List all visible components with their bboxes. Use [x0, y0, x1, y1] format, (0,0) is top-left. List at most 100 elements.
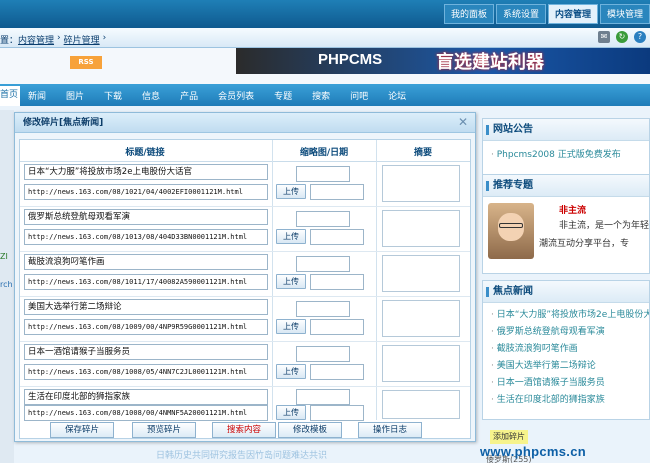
- date-input[interactable]: [310, 364, 364, 380]
- top-navigation: 我的面板 系统设置 内容管理 模块管理: [442, 4, 650, 24]
- url-input[interactable]: http://news.163.com/08/1008/05/4NN7C2JL0…: [24, 364, 268, 380]
- focus-news-box: 焦点新闻 日本“大力服”将投放市场2e上电股份大话官 俄罗斯总统登航母观看军演 …: [482, 280, 650, 420]
- focus-news-title: 焦点新闻: [483, 281, 649, 303]
- table-row: 截肢流浪狗叼笔作画 http://news.163.com/08/1011/17…: [20, 252, 470, 297]
- refresh-icon[interactable]: ↻: [616, 31, 628, 43]
- upload-button[interactable]: 上传: [276, 229, 306, 244]
- table-row: 生活在印度北部的狮指家族 http://news.163.com/08/1008…: [20, 387, 470, 421]
- help-icon[interactable]: ?: [634, 31, 646, 43]
- url-input[interactable]: http://news.163.com/08/1011/17/40082A590…: [24, 274, 268, 290]
- abstract-textarea[interactable]: [382, 255, 460, 292]
- url-input[interactable]: http://news.163.com/08/1009/00/4NP9R59G0…: [24, 319, 268, 335]
- thumbnail-input[interactable]: [296, 166, 350, 182]
- abstract-textarea[interactable]: [382, 345, 460, 382]
- column-title-link: 标题/链接: [125, 148, 165, 158]
- advert-banner[interactable]: PHPCMS 盲选建站利器: [236, 48, 650, 74]
- background-news-link[interactable]: 日韩历史共同研究报告因竹岛问题难达共识: [156, 448, 327, 461]
- table-header: 标题/链接 缩略图/日期 摘要: [20, 140, 470, 162]
- breadcrumb-prefix: 置：: [0, 36, 19, 46]
- operation-log-button[interactable]: 操作日志: [358, 422, 422, 438]
- title-input[interactable]: 美国大选举行第二场辩论: [24, 299, 268, 315]
- special-topic-desc: 非主流，是一个为年轻: [559, 221, 649, 231]
- focus-news-item[interactable]: 截肢流浪狗叼笔作画: [483, 341, 649, 358]
- site-navigation: 首页 新闻 图片 下载 信息 产品 会员列表 专题 搜索 问吧 论坛: [0, 84, 650, 106]
- special-topic-desc-2: 潮流互动分享平台，专: [539, 239, 630, 249]
- abstract-textarea[interactable]: [382, 300, 460, 337]
- url-input[interactable]: http://news.163.com/08/1021/04/4002EFI00…: [24, 184, 268, 200]
- focus-news-item[interactable]: 生活在印度北部的狮指家族: [483, 392, 649, 409]
- url-input[interactable]: http://news.163.com/08/1013/08/404D33BN0…: [24, 229, 268, 245]
- column-abstract: 摘要: [413, 148, 432, 158]
- upload-button[interactable]: 上传: [276, 184, 306, 199]
- special-topic-avatar[interactable]: [488, 203, 534, 259]
- thumbnail-input[interactable]: [296, 346, 350, 362]
- sitenav-item[interactable]: 专题: [274, 89, 292, 102]
- sitenav-home[interactable]: 首页: [0, 86, 20, 106]
- focus-news-item[interactable]: 日本“大力服”将投放市场2e上电股份大话官: [483, 307, 649, 324]
- sitenav-item[interactable]: 论坛: [388, 89, 406, 102]
- title-input[interactable]: 截肢流浪狗叼笔作画: [24, 254, 268, 270]
- thumbnail-input[interactable]: [296, 256, 350, 272]
- edit-template-button[interactable]: 修改模板: [278, 422, 342, 438]
- announcement-item[interactable]: Phpcms2008 正式版免费发布: [483, 147, 649, 164]
- title-input[interactable]: 俄罗斯总统登航母观看军演: [24, 209, 268, 225]
- title-input[interactable]: 日本一酒馆请猴子当服务员: [24, 344, 268, 360]
- left-fragment-text: ZI: [0, 252, 8, 261]
- title-input[interactable]: 日本“大力服”将投放市场2e上电股份大话官: [24, 164, 268, 180]
- sitenav-item[interactable]: 产品: [180, 89, 198, 102]
- edit-fragment-dialog: 修改碎片[焦点新闻] ✕ 标题/链接 缩略图/日期 摘要 日本“大力服”将投放市…: [14, 112, 476, 442]
- abstract-textarea[interactable]: [382, 210, 460, 247]
- table-row: 美国大选举行第二场辩论 http://news.163.com/08/1009/…: [20, 297, 470, 342]
- focus-news-item[interactable]: 俄罗斯总统登航母观看军演: [483, 324, 649, 341]
- save-fragment-button[interactable]: 保存碎片: [50, 422, 114, 438]
- table-row: 日本“大力服”将投放市场2e上电股份大话官 http://news.163.co…: [20, 162, 470, 207]
- special-topic-name[interactable]: 非主流: [559, 203, 586, 216]
- date-input[interactable]: [310, 319, 364, 335]
- announcement-title: 网站公告: [483, 119, 649, 141]
- rss-icon[interactable]: RSS: [70, 56, 102, 69]
- sitenav-item[interactable]: 问吧: [350, 89, 368, 102]
- search-content-button[interactable]: 搜索内容: [212, 422, 276, 438]
- thumbnail-input[interactable]: [296, 389, 350, 405]
- abstract-textarea[interactable]: [382, 165, 460, 202]
- special-topic-title: 推荐专题: [483, 175, 649, 197]
- date-input[interactable]: [310, 229, 364, 245]
- upload-button[interactable]: 上传: [276, 274, 306, 289]
- sitenav-item[interactable]: 图片: [66, 89, 84, 102]
- focus-news-item[interactable]: 美国大选举行第二场辩论: [483, 358, 649, 375]
- topnav-my-panel[interactable]: 我的面板: [443, 4, 494, 24]
- abstract-textarea[interactable]: [382, 390, 460, 419]
- topnav-module-management[interactable]: 模块管理: [599, 4, 650, 24]
- sitenav-item[interactable]: 新闻: [28, 89, 46, 102]
- title-input[interactable]: 生活在印度北部的狮指家族: [24, 389, 268, 405]
- thumbnail-input[interactable]: [296, 301, 350, 317]
- sitenav-item[interactable]: 会员列表: [218, 89, 254, 102]
- ad-slogan: 盲选建站利器: [436, 52, 544, 73]
- thumbnail-input[interactable]: [296, 211, 350, 227]
- sitenav-item[interactable]: 下载: [104, 89, 122, 102]
- left-content-strip: ZI rch: [0, 110, 14, 463]
- toolbar-icons: ✉ ↻ ?: [598, 31, 646, 43]
- topnav-system-settings[interactable]: 系统设置: [495, 4, 546, 24]
- upload-button[interactable]: 上传: [276, 319, 306, 334]
- date-input[interactable]: [310, 184, 364, 200]
- dialog-title: 修改碎片[焦点新闻]: [15, 113, 475, 133]
- close-icon[interactable]: ✕: [457, 116, 469, 128]
- date-input[interactable]: [310, 274, 364, 290]
- upload-button[interactable]: 上传: [276, 405, 306, 420]
- date-input[interactable]: [310, 405, 364, 421]
- upload-button[interactable]: 上传: [276, 364, 306, 379]
- sitenav-item[interactable]: 信息: [142, 89, 160, 102]
- breadcrumb-content-management[interactable]: 内容管理: [18, 33, 54, 46]
- add-fragment-button[interactable]: 添加碎片: [490, 430, 528, 444]
- special-topic-box: 推荐专题 非主流 非主流，是一个为年轻 潮流互动分享平台，专: [482, 174, 650, 274]
- mail-icon[interactable]: ✉: [598, 31, 610, 43]
- focus-news-item[interactable]: 日本一酒馆请猴子当服务员: [483, 375, 649, 392]
- breadcrumb-fragment-management[interactable]: 碎片管理: [64, 33, 100, 46]
- topnav-content-management[interactable]: 内容管理: [547, 4, 598, 24]
- preview-fragment-button[interactable]: 预览碎片: [132, 422, 196, 438]
- table-row: 日本一酒馆请猴子当服务员 http://news.163.com/08/1008…: [20, 342, 470, 387]
- sitenav-item[interactable]: 搜索: [312, 89, 330, 102]
- url-input[interactable]: http://news.163.com/08/1008/00/4NMNF5A20…: [24, 405, 268, 421]
- admin-top-bar: 我的面板 系统设置 内容管理 模块管理: [0, 0, 650, 28]
